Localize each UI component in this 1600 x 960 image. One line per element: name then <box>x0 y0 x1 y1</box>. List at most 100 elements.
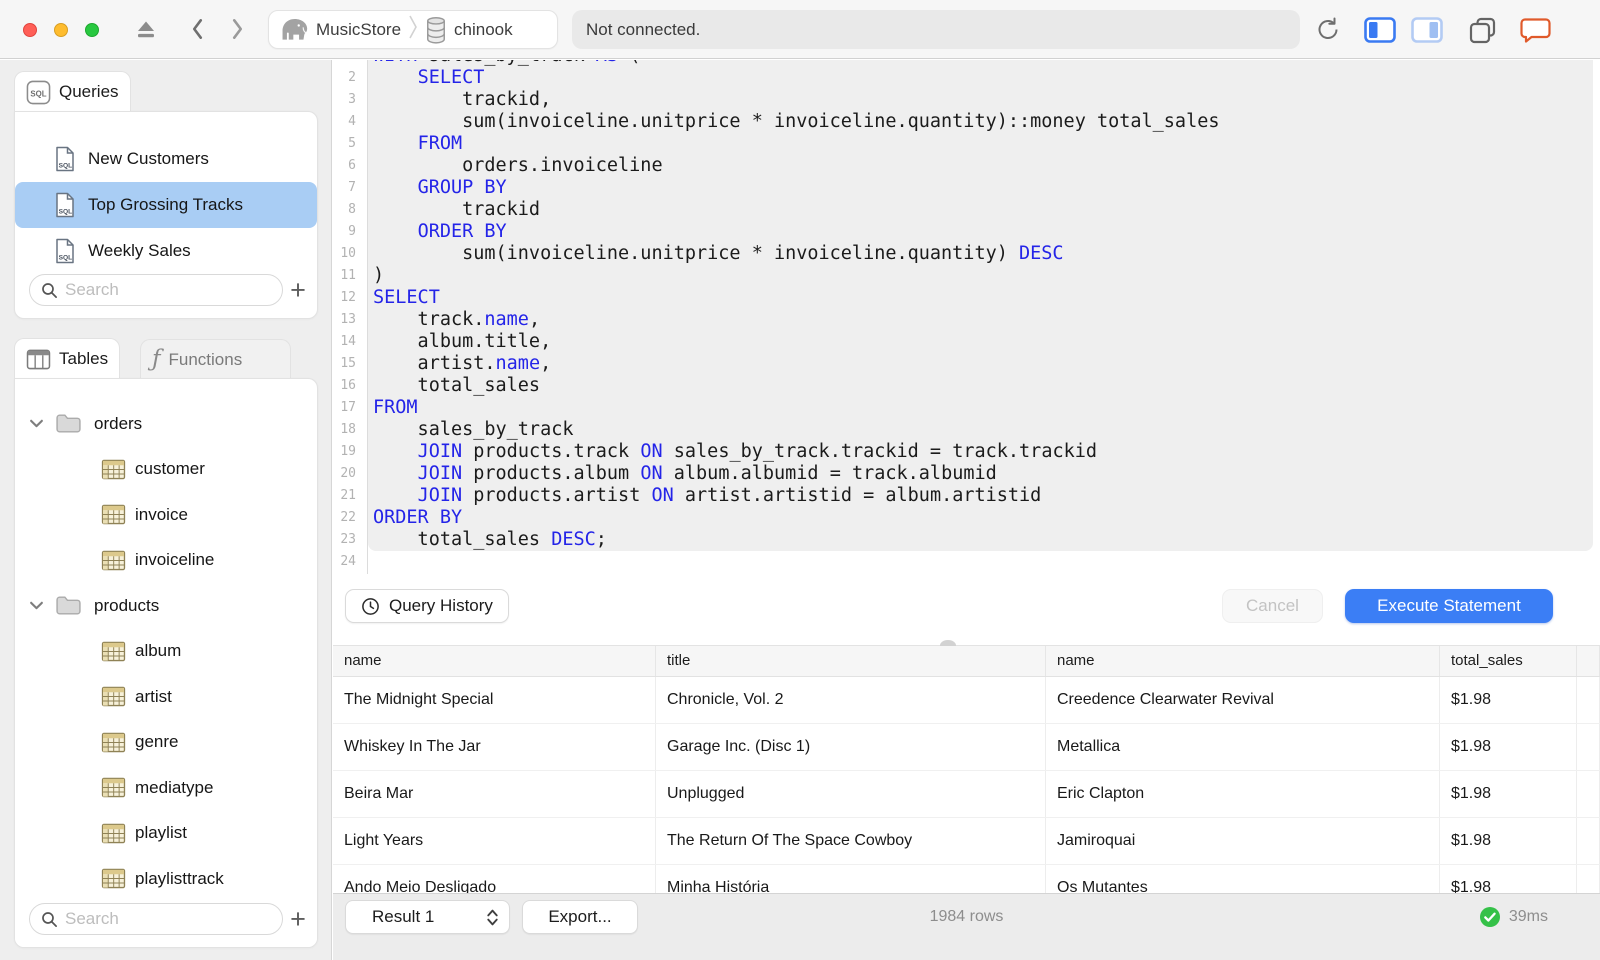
duplicate-window-icon[interactable] <box>1467 15 1497 45</box>
database-icon <box>425 16 447 44</box>
table-row[interactable]: Light Years The Return Of The Space Cowbo… <box>333 818 1600 865</box>
line-number: 13 <box>340 312 356 327</box>
tree-folder[interactable]: orders <box>15 401 317 447</box>
tree-item-label: genre <box>135 732 179 752</box>
table-cell[interactable]: $1.98 <box>1440 865 1577 893</box>
execute-statement-button[interactable]: Execute Statement <box>1345 589 1553 623</box>
tab-queries[interactable]: SQL Queries <box>14 71 131 112</box>
query-item[interactable]: SQL Weekly Sales <box>15 228 317 274</box>
sql-editor[interactable]: 1WITH sales_by_track AS (2 SELECT3 track… <box>333 60 1600 585</box>
tree-table-item[interactable]: genre <box>15 720 317 766</box>
column-header[interactable]: total_sales <box>1440 646 1577 676</box>
functions-tab-label: Functions <box>168 349 243 369</box>
line-number: 9 <box>348 224 356 239</box>
table-cell[interactable]: Light Years <box>333 818 656 864</box>
tree-table-item[interactable]: artist <box>15 674 317 720</box>
breadcrumb-database-label: chinook <box>454 19 513 39</box>
eject-icon[interactable] <box>134 17 158 41</box>
tree-table-item[interactable]: invoiceline <box>15 538 317 584</box>
table-row[interactable]: The Midnight Special Chronicle, Vol. 2 Cre… <box>333 677 1600 724</box>
table-cell[interactable]: Chronicle, Vol. 2 <box>656 677 1046 723</box>
back-button[interactable] <box>186 16 208 42</box>
functions-icon: ƒ <box>152 346 161 372</box>
query-item[interactable]: SQL New Customers <box>15 136 317 182</box>
query-item[interactable]: SQL Top Grossing Tracks <box>15 182 317 228</box>
line-number: 3 <box>348 92 356 107</box>
editor-line: 5 FROM <box>333 133 1600 155</box>
line-number: 23 <box>340 532 356 547</box>
table-cell[interactable]: Ando Meio Desligado <box>333 865 656 893</box>
editor-line: 24 <box>333 551 1600 573</box>
editor-line: 13 track.name, <box>333 309 1600 331</box>
table-icon <box>101 504 126 525</box>
editor-lines: 1WITH sales_by_track AS (2 SELECT3 track… <box>333 60 1600 573</box>
table-cell[interactable]: Whiskey In The Jar <box>333 724 656 770</box>
queries-search[interactable] <box>29 274 283 306</box>
table-row[interactable]: Beira Mar Unplugged Eric Clapton $1.98 <box>333 771 1600 818</box>
queries-search-input[interactable] <box>65 280 271 300</box>
tables-search[interactable] <box>29 903 283 935</box>
column-header[interactable]: title <box>656 646 1046 676</box>
results-header: name title name total_sales <box>333 646 1600 677</box>
table-cell[interactable]: Minha História <box>656 865 1046 893</box>
table-cell[interactable]: The Midnight Special <box>333 677 656 723</box>
table-cell[interactable]: Jamiroquai <box>1046 818 1440 864</box>
table-cell[interactable]: Beira Mar <box>333 771 656 817</box>
close-window-button[interactable] <box>23 23 37 37</box>
tables-search-input[interactable] <box>65 909 271 929</box>
column-header[interactable]: name <box>333 646 656 676</box>
forward-button[interactable] <box>226 16 248 42</box>
breadcrumb-database[interactable]: chinook <box>425 16 513 44</box>
table-row[interactable]: Ando Meio Desligado Minha História Os Muta… <box>333 865 1600 893</box>
code-text: SELECT <box>373 287 440 308</box>
tables-search-strip: + <box>15 889 317 947</box>
table-cell[interactable]: Creedence Clearwater Revival <box>1046 677 1440 723</box>
add-table-button[interactable]: + <box>283 903 313 935</box>
tree-table-item[interactable]: album <box>15 629 317 675</box>
table-icon <box>101 550 126 571</box>
table-cell[interactable]: $1.98 <box>1440 724 1577 770</box>
table-cell[interactable]: Garage Inc. (Disc 1) <box>656 724 1046 770</box>
zoom-window-button[interactable] <box>85 23 99 37</box>
tree-table-item[interactable]: mediatype <box>15 765 317 811</box>
table-cell[interactable]: The Return Of The Space Cowboy <box>656 818 1046 864</box>
code-text: GROUP BY <box>417 177 507 198</box>
table-cell[interactable]: Os Mutantes <box>1046 865 1440 893</box>
cancel-button[interactable]: Cancel <box>1222 589 1323 623</box>
line-number: 7 <box>348 180 356 195</box>
tree-item-label: customer <box>135 459 205 479</box>
tree-folder[interactable]: products <box>15 583 317 629</box>
sidebar-left-toggle-icon[interactable] <box>1363 16 1397 43</box>
table-cell[interactable]: $1.98 <box>1440 677 1577 723</box>
sidebar-right-toggle-icon[interactable] <box>1410 16 1444 43</box>
chevron-down-icon[interactable] <box>29 418 45 429</box>
tree-table-item[interactable]: playlist <box>15 811 317 857</box>
column-header[interactable]: name <box>1046 646 1440 676</box>
chat-bubble-icon[interactable] <box>1519 16 1551 44</box>
export-button[interactable]: Export... <box>522 900 638 934</box>
tab-tables[interactable]: Tables <box>14 338 121 379</box>
table-cell[interactable]: $1.98 <box>1440 771 1577 817</box>
code-text: sales_by_track <box>373 419 574 440</box>
add-query-button[interactable]: + <box>283 274 313 306</box>
breadcrumb-server[interactable]: MusicStore <box>278 16 401 43</box>
breadcrumb-server-label: MusicStore <box>316 19 402 39</box>
tree-table-item[interactable]: invoice <box>15 492 317 538</box>
editor-line: 23 total_sales DESC; <box>333 529 1600 551</box>
query-history-button[interactable]: Query History <box>345 589 509 623</box>
table-cell[interactable]: Metallica <box>1046 724 1440 770</box>
search-icon <box>41 282 58 299</box>
table-cell[interactable]: $1.98 <box>1440 818 1577 864</box>
minimize-window-button[interactable] <box>54 23 68 37</box>
code-text: album.title, <box>373 331 552 352</box>
result-selector[interactable]: Result 1 <box>345 900 510 934</box>
tab-functions[interactable]: ƒ Functions <box>140 339 291 379</box>
refresh-button[interactable] <box>1314 15 1342 43</box>
table-cell-spacer <box>1577 865 1600 893</box>
tree-table-item[interactable]: customer <box>15 447 317 493</box>
table-row[interactable]: Whiskey In The Jar Garage Inc. (Disc 1) Me… <box>333 724 1600 771</box>
chevron-down-icon[interactable] <box>29 600 45 611</box>
table-cell[interactable]: Eric Clapton <box>1046 771 1440 817</box>
table-cell[interactable]: Unplugged <box>656 771 1046 817</box>
